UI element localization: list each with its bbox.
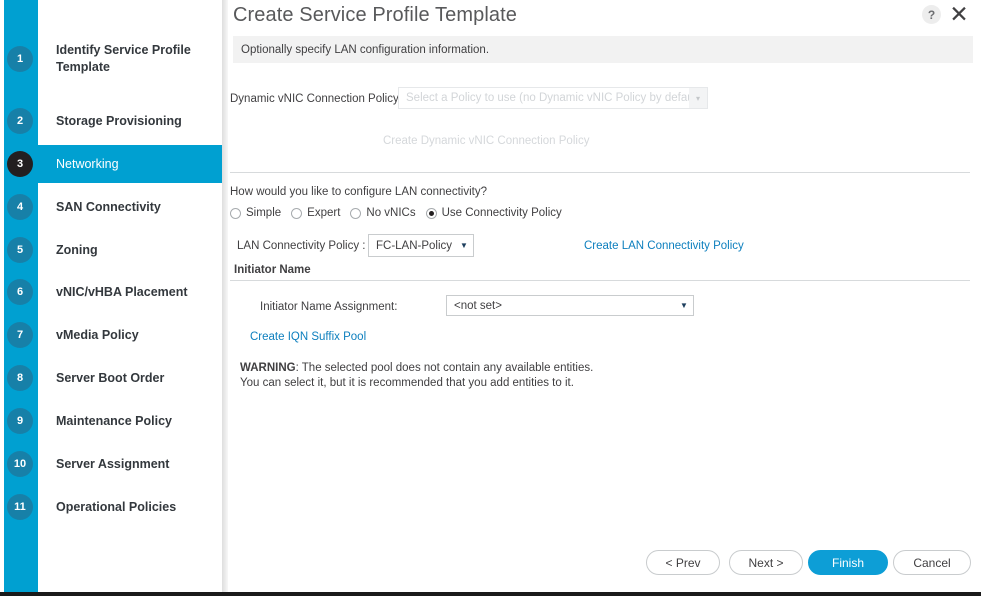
lan-connectivity-question: How would you like to configure LAN conn…: [230, 186, 487, 198]
radio-icon-use-connectivity-policy: [425, 207, 437, 219]
dialog-footer: < Prev Next > Finish Cancel: [228, 540, 981, 588]
lan-connectivity-radio-group: Simple Expert No vNICs Use Connectivity …: [230, 207, 572, 219]
warning-line-1: WARNING: The selected pool does not cont…: [240, 361, 593, 376]
sidebar-item-server-assignment[interactable]: 10 Server Assignment: [0, 445, 222, 483]
step-number-badge: 11: [7, 494, 33, 520]
sidebar-item-label: Storage Provisioning: [56, 114, 182, 128]
dynamic-vnic-policy-select[interactable]: Select a Policy to use (no Dynamic vNIC …: [398, 87, 708, 109]
dialog-titlebar: Create Service Profile Template ? ✕: [228, 0, 981, 33]
sidebar-item-vnic-vhba-placement[interactable]: 6 vNIC/vHBA Placement: [0, 273, 222, 311]
sidebar-item-vmedia-policy[interactable]: 7 vMedia Policy: [0, 316, 222, 354]
sidebar-item-operational-policies[interactable]: 11 Operational Policies: [0, 488, 222, 526]
radio-option-simple[interactable]: Simple: [230, 207, 281, 219]
step-number-badge: 1: [7, 46, 33, 72]
sidebar-item-label: Server Boot Order: [56, 371, 165, 385]
step-number-badge: 4: [7, 194, 33, 220]
dynamic-vnic-policy-label: Dynamic vNIC Connection Policy:: [230, 93, 402, 105]
divider-initiator: [230, 280, 970, 281]
warning-line-1-text: : The selected pool does not contain any…: [295, 362, 594, 374]
window-bottom-edge: [0, 592, 981, 596]
create-service-profile-template-dialog: 1 Identify Service Profile Template 2 St…: [0, 0, 981, 596]
sidebar-item-label: Zoning: [56, 243, 98, 257]
radio-option-no-vnics[interactable]: No vNICs: [350, 207, 416, 219]
create-dynamic-vnic-connection-policy-link[interactable]: Create Dynamic vNIC Connection Policy: [383, 135, 589, 147]
radio-label-no-vnics: No vNICs: [366, 207, 416, 219]
sidebar-item-maintenance-policy[interactable]: 9 Maintenance Policy: [0, 402, 222, 440]
chevron-down-icon: ▾: [689, 88, 707, 108]
step-number-badge: 5: [7, 237, 33, 263]
sidebar-item-identify-service-profile-template[interactable]: 1 Identify Service Profile Template: [0, 40, 222, 78]
next-button[interactable]: Next >: [729, 550, 803, 575]
radio-icon-expert: [291, 207, 303, 219]
lan-connectivity-policy-select[interactable]: FC-LAN-Policy ▼: [368, 234, 474, 257]
radio-option-use-connectivity-policy[interactable]: Use Connectivity Policy: [425, 207, 562, 219]
dynamic-vnic-policy-value: Select a Policy to use (no Dynamic vNIC …: [406, 92, 689, 104]
sidebar-item-label: vMedia Policy: [56, 328, 139, 342]
radio-label-use-connectivity-policy: Use Connectivity Policy: [441, 207, 562, 219]
radio-option-expert[interactable]: Expert: [291, 207, 340, 219]
step-number-badge: 2: [7, 108, 33, 134]
warning-line-2: You can select it, but it is recommended…: [240, 377, 574, 389]
instruction-bar: Optionally specify LAN configuration inf…: [233, 36, 973, 63]
step-number-badge: 8: [7, 365, 33, 391]
step-number-badge: 7: [7, 322, 33, 348]
sidebar-item-zoning[interactable]: 5 Zoning: [0, 231, 222, 269]
initiator-name-assignment-label: Initiator Name Assignment:: [260, 301, 398, 313]
warning-message: WARNING: The selected pool does not cont…: [240, 361, 593, 391]
sidebar-item-label: vNIC/vHBA Placement: [56, 285, 188, 299]
radio-label-expert: Expert: [307, 207, 341, 219]
warning-prefix: WARNING: [240, 362, 296, 374]
wizard-step-list: 1 Identify Service Profile Template 2 St…: [0, 0, 222, 592]
initiator-name-assignment-value: <not set>: [454, 299, 502, 312]
help-icon[interactable]: ?: [922, 5, 941, 24]
sidebar-item-networking[interactable]: 3 Networking: [0, 145, 222, 183]
cancel-button[interactable]: Cancel: [893, 550, 971, 575]
radio-label-simple: Simple: [246, 207, 282, 219]
chevron-down-icon: ▼: [460, 241, 468, 250]
radio-icon-simple: [230, 207, 241, 219]
prev-button[interactable]: < Prev: [646, 550, 720, 575]
lan-connectivity-policy-value: FC-LAN-Policy: [376, 239, 453, 252]
sidebar-item-label: Maintenance Policy: [56, 414, 173, 428]
sidebar-item-storage-provisioning[interactable]: 2 Storage Provisioning: [0, 102, 222, 140]
step-number-badge: 9: [7, 408, 33, 434]
sidebar-item-label: SAN Connectivity: [56, 200, 161, 214]
step-number-badge: 6: [7, 279, 33, 305]
divider-top: [230, 172, 970, 173]
instruction-text: Optionally specify LAN configuration inf…: [241, 43, 490, 56]
sidebar-item-label: Server Assignment: [56, 457, 170, 471]
step-number-badge: 3: [7, 151, 33, 177]
networking-form: Dynamic vNIC Connection Policy: Select a…: [228, 63, 981, 543]
radio-icon-no-vnics: [350, 207, 362, 219]
sidebar-item-label: Operational Policies: [56, 500, 177, 514]
sidebar-item-label: Networking: [56, 157, 119, 171]
initiator-name-assignment-select[interactable]: <not set> ▼: [446, 295, 694, 316]
sidebar-item-san-connectivity[interactable]: 4 SAN Connectivity: [0, 188, 222, 226]
sidebar-item-server-boot-order[interactable]: 8 Server Boot Order: [0, 359, 222, 397]
chevron-down-icon: ▼: [680, 301, 688, 310]
create-iqn-suffix-pool-link[interactable]: Create IQN Suffix Pool: [250, 331, 366, 343]
create-lan-connectivity-policy-link[interactable]: Create LAN Connectivity Policy: [584, 240, 744, 252]
close-icon[interactable]: ✕: [947, 1, 971, 27]
finish-button[interactable]: Finish: [808, 550, 888, 575]
sidebar-item-label: Identify Service Profile Template: [56, 43, 191, 74]
page-title: Create Service Profile Template: [233, 4, 517, 26]
step-number-badge: 10: [7, 451, 33, 477]
initiator-name-section-title: Initiator Name: [234, 264, 311, 276]
main-panel: Create Service Profile Template ? ✕ Opti…: [228, 0, 981, 592]
lan-connectivity-policy-label: LAN Connectivity Policy :: [237, 240, 366, 252]
